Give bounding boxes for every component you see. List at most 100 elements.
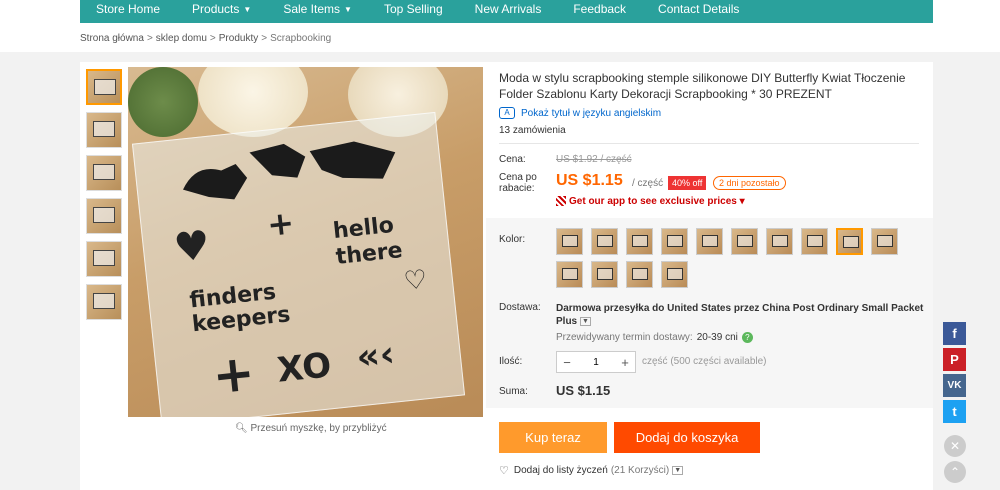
nav-label: Feedback: [573, 2, 627, 16]
swatch-image: [632, 268, 648, 280]
small-heart-stamp: ♡: [402, 264, 429, 297]
plus-button[interactable]: +: [615, 355, 635, 370]
thumbnail-stamp-image: [93, 250, 115, 266]
color-swatch[interactable]: [591, 261, 618, 288]
silicone-stamp-sheet: ♥ + finders keepers hello there ♡ + XO «…: [131, 111, 466, 417]
color-swatch[interactable]: [766, 228, 793, 255]
twitter-share-icon[interactable]: t: [943, 400, 966, 423]
zoom-hint: 🔍︎ Przesuń myszkę, by przybliżyć: [235, 423, 387, 434]
color-swatch[interactable]: [731, 228, 758, 255]
minus-button[interactable]: −: [557, 355, 577, 370]
color-swatch[interactable]: [556, 261, 583, 288]
breadcrumb: Strona główna > sklep domu > Produkty > Scrapb…: [80, 33, 331, 44]
translate-title-link[interactable]: A Pokaż tytuł w języku angielskim: [499, 107, 661, 119]
swatch-image: [667, 235, 683, 247]
qr-code-icon: [556, 196, 566, 207]
quantity-label: Ilość:: [499, 356, 523, 367]
nav-products[interactable]: Products ▼: [176, 0, 267, 23]
shipping-text: Darmowa przesyłka do United States przez…: [556, 303, 924, 327]
help-icon[interactable]: ?: [741, 332, 753, 343]
swatch-image: [702, 235, 718, 247]
caret-down-icon: ▼: [243, 4, 252, 14]
thumbnail[interactable]: [86, 284, 122, 320]
color-swatch[interactable]: [661, 228, 688, 255]
app-promo-link[interactable]: Get our app to see exclusive prices ▾: [556, 196, 745, 207]
main-product-image[interactable]: ♥ + finders keepers hello there ♡ + XO «…: [128, 67, 483, 417]
heart-stamp: ♥: [171, 222, 213, 272]
total-price: US $1.15: [556, 383, 611, 398]
caret-down-icon: ▾: [739, 196, 745, 207]
thumbnail[interactable]: [86, 112, 122, 148]
nav-new-arrivals[interactable]: New Arrivals: [459, 0, 558, 23]
color-swatch[interactable]: [626, 228, 653, 255]
magnifier-icon: 🔍︎: [235, 423, 248, 434]
color-swatches: [556, 228, 916, 294]
color-swatch[interactable]: [661, 261, 688, 288]
swatch-image: [562, 235, 578, 247]
order-count: 13 zamówienia: [499, 125, 566, 136]
breadcrumb-products[interactable]: Produkty: [219, 33, 258, 44]
wishlist-link[interactable]: ♡ Dodaj do listy życzeń (21 Korzyści) ▼: [499, 464, 684, 477]
nav-feedback[interactable]: Feedback: [557, 0, 642, 23]
swatch-image: [843, 236, 859, 248]
nav-top-selling[interactable]: Top Selling: [368, 0, 459, 23]
thumbnail-stamp-image: [93, 207, 115, 223]
breadcrumb-store[interactable]: sklep domu: [156, 33, 207, 44]
breadcrumb-current: Scrapbooking: [270, 33, 332, 44]
thumbnail[interactable]: [86, 241, 122, 277]
finders-keepers-stamp: finders keepers: [188, 279, 292, 338]
swatch-image: [562, 268, 578, 280]
swatch-image: [597, 268, 613, 280]
chevron-down-icon[interactable]: ▼: [672, 466, 684, 475]
caret-down-icon: ▼: [344, 4, 352, 14]
color-swatch[interactable]: [626, 261, 653, 288]
swatch-image: [772, 235, 788, 247]
breadcrumb-home[interactable]: Strona główna: [80, 33, 144, 44]
breadcrumb-separator: >: [209, 33, 216, 44]
nav-contact-details[interactable]: Contact Details: [642, 0, 755, 23]
heart-icon: ♡: [499, 465, 509, 477]
wishlist-count: (21 Korzyści): [610, 465, 670, 476]
plus-stamp: +: [265, 203, 296, 244]
chevron-down-icon[interactable]: ▼: [579, 316, 591, 326]
color-swatch[interactable]: [801, 228, 828, 255]
app-promo-text: Get our app to see exclusive prices: [569, 196, 737, 207]
discount-badge: 40% off: [668, 176, 707, 190]
thumbnail[interactable]: [86, 198, 122, 234]
shipping-info[interactable]: Darmowa przesyłka do United States przez…: [556, 302, 926, 328]
divider: [499, 143, 919, 144]
thumbnail[interactable]: [86, 69, 122, 105]
shipping-label: Dostawa:: [499, 302, 541, 313]
arrows-stamp: «‹: [354, 333, 397, 379]
nav-label: Sale Items: [283, 2, 341, 16]
color-swatch[interactable]: [696, 228, 723, 255]
scroll-top-icon[interactable]: ⌃: [944, 461, 966, 483]
facebook-share-icon[interactable]: f: [943, 322, 966, 345]
swatch-image: [632, 235, 648, 247]
swatch-image: [807, 235, 823, 247]
nav-store-home[interactable]: Store Home: [80, 0, 176, 23]
nav-label: Products: [192, 2, 240, 16]
close-icon[interactable]: ✕: [944, 435, 966, 457]
buy-now-button[interactable]: Kup teraz: [499, 422, 607, 453]
color-swatch[interactable]: [591, 228, 618, 255]
eta-value: 20-39 cni: [696, 332, 738, 343]
price-label: Cena:: [499, 154, 526, 165]
swatch-image: [667, 268, 683, 280]
color-label: Kolor:: [499, 234, 526, 245]
nav-sale-items[interactable]: Sale Items ▼: [267, 0, 368, 23]
thumbnail[interactable]: [86, 155, 122, 191]
add-to-cart-button[interactable]: Dodaj do koszyka: [614, 422, 760, 453]
sale-price-label: Cena po rabacie:: [499, 172, 537, 194]
quantity-stepper: − +: [556, 351, 636, 373]
pinterest-share-icon[interactable]: P: [943, 348, 966, 371]
hello-there-stamp: hello there: [331, 212, 404, 270]
nav-label: New Arrivals: [474, 2, 542, 16]
vk-share-icon[interactable]: VK: [943, 374, 966, 397]
color-swatch-selected[interactable]: [836, 228, 863, 255]
color-swatch[interactable]: [556, 228, 583, 255]
color-swatch[interactable]: [871, 228, 898, 255]
nav-label: Top Selling: [383, 2, 443, 16]
total-label: Suma:: [499, 386, 528, 397]
quantity-input[interactable]: [578, 356, 614, 368]
